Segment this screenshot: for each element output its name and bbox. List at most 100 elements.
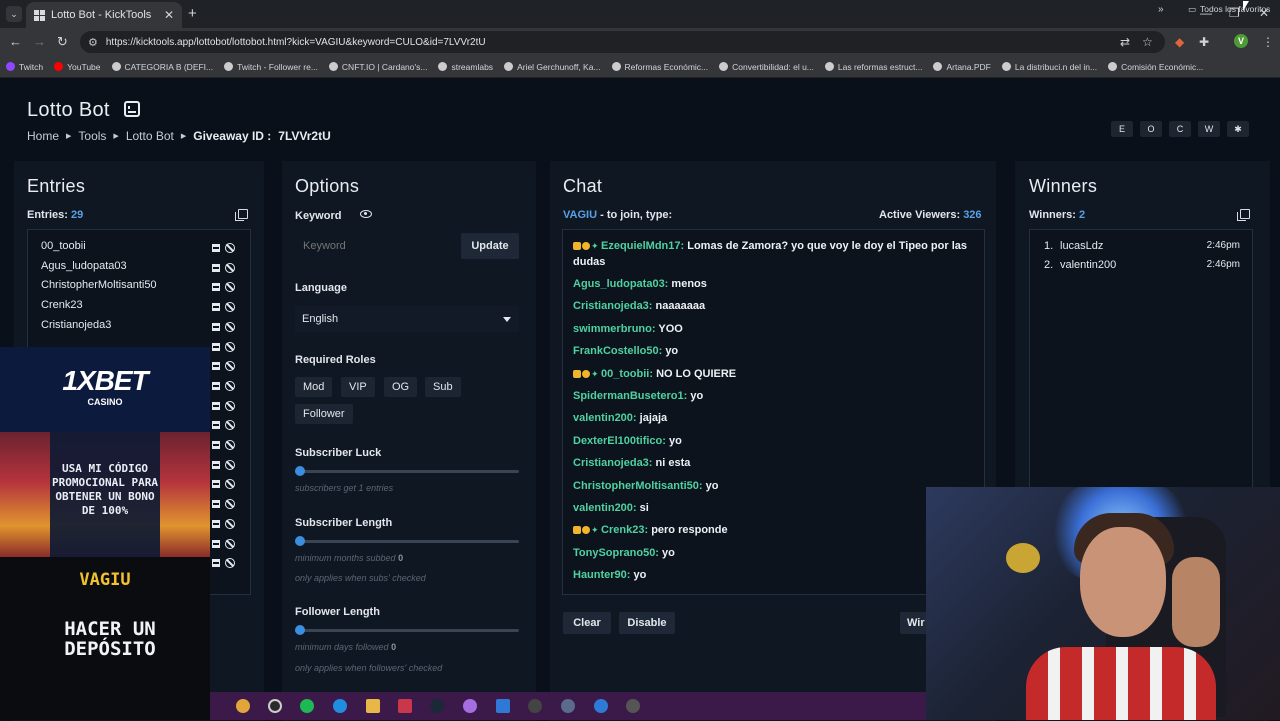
- remove-entry-icon[interactable]: [212, 342, 220, 351]
- forward-arrow-icon[interactable]: →: [33, 34, 46, 49]
- copy-entries-icon[interactable]: [235, 209, 248, 221]
- app-taskbar-icon[interactable]: [398, 699, 412, 713]
- chat-username[interactable]: TonySoprano50:: [573, 547, 659, 559]
- meta-taskbar-icon[interactable]: [626, 699, 640, 713]
- chat-username[interactable]: Cristianojeda3:: [573, 300, 652, 312]
- theme-button-w[interactable]: W: [1198, 121, 1220, 137]
- ban-user-icon[interactable]: [225, 302, 235, 313]
- ban-user-icon[interactable]: [225, 380, 235, 391]
- bookmark-item[interactable]: Twitch: [6, 62, 43, 72]
- remove-entry-icon[interactable]: [212, 322, 220, 331]
- browser-tab-active[interactable]: Lotto Bot - KickTools ✕: [26, 2, 182, 28]
- file-explorer-taskbar-icon[interactable]: [366, 699, 380, 713]
- chat-username[interactable]: valentin200:: [573, 502, 637, 514]
- remove-entry-icon[interactable]: [212, 263, 220, 272]
- app-taskbar-icon[interactable]: [463, 699, 477, 713]
- remove-entry-icon[interactable]: [212, 441, 220, 449]
- remove-entry-icon[interactable]: [212, 559, 220, 568]
- ban-user-icon[interactable]: [225, 538, 235, 549]
- edge-taskbar-icon[interactable]: [333, 699, 347, 713]
- copy-winners-icon[interactable]: [1237, 209, 1250, 221]
- bookmark-item[interactable]: Reformas Económic...: [611, 62, 708, 72]
- theme-button-e[interactable]: E: [1111, 121, 1133, 137]
- bookmark-item[interactable]: YouTube: [54, 62, 101, 72]
- keyword-input[interactable]: [295, 233, 455, 259]
- chat-username[interactable]: Cristianojeda3:: [573, 457, 652, 469]
- bookmark-item[interactable]: Las reformas estruct...: [824, 62, 922, 72]
- bookmark-item[interactable]: La distribuci.n del in...: [1001, 62, 1097, 72]
- remove-entry-icon[interactable]: [212, 480, 220, 489]
- subscriber-luck-slider[interactable]: [295, 466, 519, 476]
- chat-username[interactable]: Agus_ludopata03:: [573, 278, 668, 290]
- back-arrow-icon[interactable]: ←: [9, 34, 22, 49]
- more-bookmarks-icon[interactable]: »: [1158, 4, 1164, 15]
- ban-user-icon[interactable]: [225, 262, 235, 273]
- language-select[interactable]: English: [295, 306, 519, 332]
- ban-user-icon[interactable]: [225, 361, 235, 372]
- ban-user-icon[interactable]: [225, 558, 235, 569]
- role-vip-button[interactable]: VIP: [341, 377, 375, 397]
- theme-button-c[interactable]: C: [1169, 121, 1191, 137]
- role-og-button[interactable]: OG: [384, 377, 418, 397]
- bookmark-item[interactable]: streamlabs: [438, 62, 493, 72]
- remove-entry-icon[interactable]: [212, 421, 220, 430]
- site-info-icon[interactable]: ⚙: [88, 36, 98, 49]
- chat-username[interactable]: valentin200:: [573, 412, 637, 424]
- ban-user-icon[interactable]: [225, 499, 235, 510]
- bookmarks-folder[interactable]: ▭ Todos los favoritos: [1188, 4, 1270, 15]
- app-taskbar-icon[interactable]: [594, 699, 608, 713]
- follower-length-slider[interactable]: [295, 625, 519, 635]
- translate-icon[interactable]: ⇄: [1120, 35, 1130, 49]
- chat-username[interactable]: EzequielMdn17:: [601, 240, 684, 252]
- chat-username[interactable]: Haunter90:: [573, 569, 630, 581]
- remove-entry-icon[interactable]: [212, 283, 220, 292]
- chat-username[interactable]: 00_toobii:: [601, 368, 653, 380]
- new-tab-plus-icon[interactable]: +: [188, 5, 197, 22]
- remove-entry-icon[interactable]: [212, 244, 220, 252]
- reload-icon[interactable]: ↻: [57, 34, 68, 50]
- bookmark-item[interactable]: CATEGORIA B (DEFI...: [111, 62, 213, 72]
- update-button[interactable]: Update: [461, 233, 519, 259]
- role-follower-button[interactable]: Follower: [295, 404, 353, 424]
- app-taskbar-icon[interactable]: [496, 699, 510, 713]
- bookmark-item[interactable]: Artana.PDF: [933, 62, 991, 72]
- bookmark-item[interactable]: Comisión Económic...: [1108, 62, 1203, 72]
- ban-user-icon[interactable]: [225, 518, 235, 529]
- remove-entry-icon[interactable]: [212, 519, 220, 528]
- remove-entry-icon[interactable]: [212, 500, 220, 509]
- chat-username[interactable]: FrankCostello50:: [573, 345, 662, 357]
- browser-menu-icon[interactable]: ⋮: [1262, 35, 1274, 49]
- bookmark-item[interactable]: Ariel Gerchunoff, Ka...: [504, 62, 601, 72]
- chat-username[interactable]: Crenk23:: [601, 524, 648, 536]
- chat-channel[interactable]: VAGIU: [563, 209, 597, 221]
- chat-messages[interactable]: ✦ EzequielMdn17: Lomas de Zamora? yo que…: [562, 229, 985, 595]
- ban-user-icon[interactable]: [225, 479, 235, 490]
- ban-user-icon[interactable]: [225, 420, 235, 431]
- breadcrumb-lotto-bot[interactable]: Lotto Bot: [126, 129, 174, 143]
- ban-user-icon[interactable]: [225, 243, 235, 253]
- remove-entry-icon[interactable]: [212, 381, 220, 390]
- chat-username[interactable]: DexterEl100tifico:: [573, 435, 666, 447]
- remove-entry-icon[interactable]: [212, 539, 220, 548]
- profile-avatar[interactable]: V: [1234, 34, 1248, 48]
- remove-entry-icon[interactable]: [212, 401, 220, 410]
- ban-user-icon[interactable]: [225, 400, 235, 411]
- spotify-taskbar-icon[interactable]: [300, 699, 314, 713]
- steam-taskbar-icon[interactable]: [430, 699, 444, 713]
- ban-user-icon[interactable]: [225, 341, 235, 352]
- bookmark-item[interactable]: Convertibilidad: el u...: [719, 62, 814, 72]
- bookmark-item[interactable]: Twitch - Follower re...: [224, 62, 318, 72]
- role-mod-button[interactable]: Mod: [295, 377, 333, 397]
- ban-user-icon[interactable]: [225, 440, 235, 450]
- chat-username[interactable]: swimmerbruno:: [573, 323, 656, 335]
- tab-list-chevron-icon[interactable]: ⌄: [6, 6, 22, 22]
- subscriber-length-slider[interactable]: [295, 536, 519, 546]
- obs-taskbar-icon[interactable]: [268, 699, 282, 713]
- theme-button-star[interactable]: ✱: [1227, 121, 1249, 137]
- slider-knob[interactable]: [295, 536, 305, 546]
- remove-entry-icon[interactable]: [212, 362, 220, 371]
- ban-user-icon[interactable]: [225, 459, 235, 470]
- remove-entry-icon[interactable]: [212, 303, 220, 312]
- slider-knob[interactable]: [295, 466, 305, 476]
- close-tab-icon[interactable]: ✕: [164, 8, 174, 22]
